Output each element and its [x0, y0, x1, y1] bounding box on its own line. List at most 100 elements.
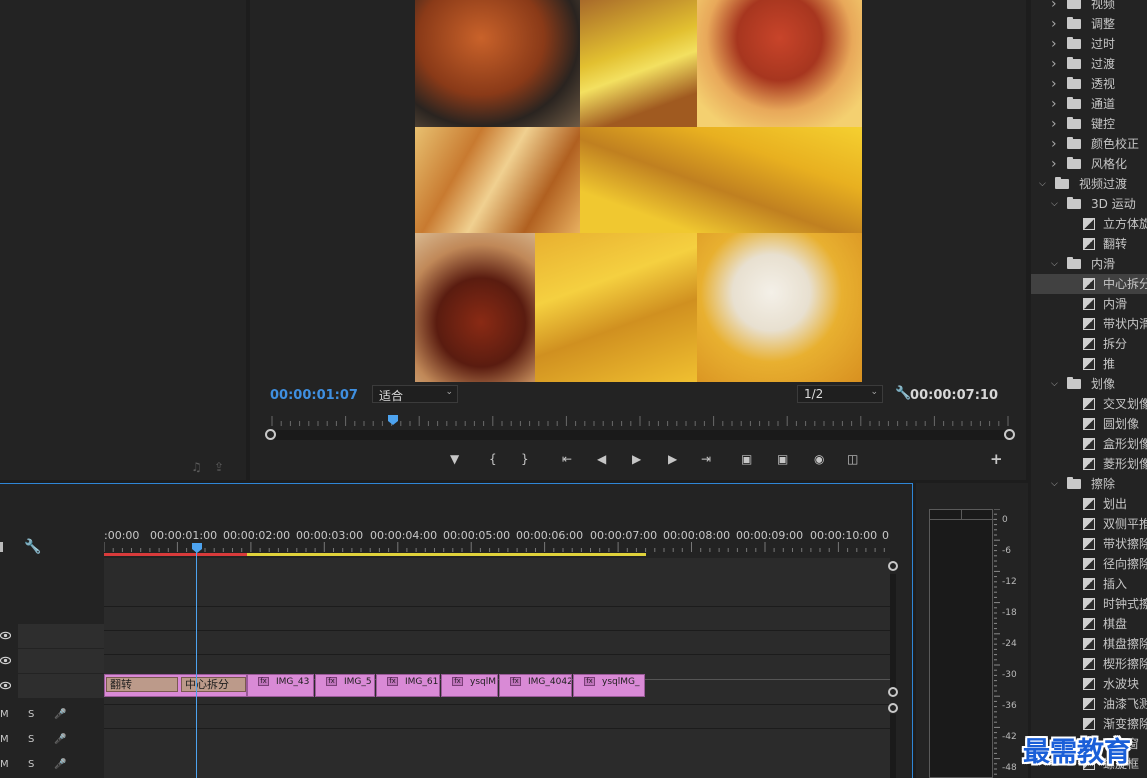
effects-transition-item[interactable]: 交叉划像: [1031, 394, 1147, 414]
effects-folder[interactable]: › 风格化: [1031, 154, 1147, 174]
video-tracks-scrollbar[interactable]: [890, 574, 896, 694]
effects-transition-item[interactable]: 径向擦除: [1031, 554, 1147, 574]
video-clip[interactable]: fx IMG_61: [376, 674, 440, 697]
export-frame-camera-icon[interactable]: ◉: [814, 450, 824, 468]
scroll-handle[interactable]: [888, 687, 898, 697]
chevron-right-icon[interactable]: ›: [1051, 0, 1057, 14]
track-header[interactable]: [18, 674, 104, 698]
chevron-down-icon[interactable]: ⌵: [1051, 194, 1058, 214]
effects-folder[interactable]: ⌵ 划像: [1031, 374, 1147, 394]
effects-transition-item[interactable]: 划出: [1031, 494, 1147, 514]
effects-folder[interactable]: › 过时: [1031, 34, 1147, 54]
effects-transition-item[interactable]: 翻转: [1031, 234, 1147, 254]
eye-icon[interactable]: [0, 655, 11, 666]
video-clip[interactable]: fx IMG_5: [315, 674, 375, 697]
mute-button[interactable]: M: [0, 734, 9, 745]
effects-folder[interactable]: › 颜色校正: [1031, 134, 1147, 154]
chevron-down-icon[interactable]: ⌵: [1051, 474, 1058, 494]
step-back-button[interactable]: ◀: [597, 450, 606, 468]
zoom-level-select[interactable]: 适合 ⌄: [372, 385, 458, 403]
video-clip[interactable]: fx ysqlMG_: [573, 674, 645, 697]
add-marker-button[interactable]: ▼: [450, 450, 459, 468]
solo-button[interactable]: S: [28, 709, 34, 720]
video-clip[interactable]: fx IMG_4042: [499, 674, 572, 697]
effects-transition-item[interactable]: 盒形划像: [1031, 434, 1147, 454]
program-time-ruler[interactable]: [262, 412, 1014, 430]
transition-flip[interactable]: 翻转: [106, 677, 178, 692]
eye-icon[interactable]: [0, 630, 11, 641]
effects-transition-item[interactable]: 圆划像: [1031, 414, 1147, 434]
comparison-view-button[interactable]: ◫: [847, 450, 858, 468]
button-editor-plus-icon[interactable]: +: [990, 450, 1003, 468]
track-header[interactable]: [18, 624, 104, 648]
effects-transition-item[interactable]: 带状内滑: [1031, 314, 1147, 334]
effects-folder[interactable]: › 键控: [1031, 114, 1147, 134]
go-to-in-button[interactable]: ⇤: [562, 450, 572, 468]
go-to-out-button[interactable]: ⇥: [701, 450, 711, 468]
effects-transition-item[interactable]: 中心拆分: [1031, 274, 1147, 294]
effects-transition-item[interactable]: 拆分: [1031, 334, 1147, 354]
zoom-scroll-handle-right[interactable]: [1004, 429, 1015, 440]
effects-folder[interactable]: › 调整: [1031, 14, 1147, 34]
step-forward-button[interactable]: ▶: [668, 450, 677, 468]
track-area[interactable]: [104, 558, 890, 778]
export-icon[interactable]: ⇪: [214, 460, 224, 474]
effects-folder[interactable]: › 透视: [1031, 74, 1147, 94]
effects-folder[interactable]: › 视频: [1031, 0, 1147, 14]
effects-folder[interactable]: › 过渡: [1031, 54, 1147, 74]
effects-transition-item[interactable]: 油漆飞溅: [1031, 694, 1147, 714]
effects-transition-item[interactable]: 菱形划像: [1031, 454, 1147, 474]
chevron-right-icon[interactable]: ›: [1051, 14, 1057, 34]
snap-toggle[interactable]: [0, 542, 3, 552]
solo-button[interactable]: S: [28, 759, 34, 770]
effects-transition-item[interactable]: 棋盘: [1031, 614, 1147, 634]
timeline-playhead[interactable]: [191, 542, 203, 554]
video-clip[interactable]: fx ysqlM: [441, 674, 498, 697]
effects-folder[interactable]: › 通道: [1031, 94, 1147, 114]
mark-out-button[interactable]: }: [521, 450, 529, 468]
effects-transition-item[interactable]: 水波块: [1031, 674, 1147, 694]
effects-transition-item[interactable]: 插入: [1031, 574, 1147, 594]
chevron-right-icon[interactable]: ›: [1051, 114, 1057, 134]
effects-transition-item[interactable]: 时钟式擦除: [1031, 594, 1147, 614]
chevron-right-icon[interactable]: ›: [1051, 134, 1057, 154]
playback-resolution-select[interactable]: 1/2 ⌄: [797, 385, 883, 403]
mute-button[interactable]: M: [0, 759, 9, 770]
effects-transition-item[interactable]: 楔形擦除: [1031, 654, 1147, 674]
chevron-right-icon[interactable]: ›: [1051, 154, 1057, 174]
effects-transition-item[interactable]: 内滑: [1031, 294, 1147, 314]
chevron-down-icon[interactable]: ⌵: [1051, 374, 1058, 394]
lift-button[interactable]: ▣: [741, 450, 752, 468]
chevron-down-icon[interactable]: ⌵: [1051, 254, 1058, 274]
effects-folder[interactable]: ⌵ 擦除: [1031, 474, 1147, 494]
effects-folder[interactable]: ⌵ 3D 运动: [1031, 194, 1147, 214]
effects-transition-item[interactable]: 棋盘擦除: [1031, 634, 1147, 654]
zoom-scroll-handle-left[interactable]: [265, 429, 276, 440]
microphone-icon[interactable]: 🎤: [54, 709, 66, 720]
effects-folder[interactable]: ⌵ 视频过渡: [1031, 174, 1147, 194]
chevron-right-icon[interactable]: ›: [1051, 34, 1057, 54]
timeline-settings-wrench-icon[interactable]: 🔧: [24, 539, 41, 555]
transition-center-split[interactable]: 中心拆分: [181, 677, 246, 692]
effects-transition-item[interactable]: 立方体旋转: [1031, 214, 1147, 234]
solo-button[interactable]: S: [28, 734, 34, 745]
settings-wrench-icon[interactable]: 🔧: [895, 386, 911, 401]
scroll-handle[interactable]: [888, 703, 898, 713]
zoom-scroll-bar[interactable]: [270, 430, 1010, 440]
audio-drag-icon[interactable]: ♫: [191, 460, 202, 474]
mark-in-button[interactable]: {: [489, 450, 497, 468]
mute-button[interactable]: M: [0, 709, 9, 720]
track-header[interactable]: [18, 649, 104, 673]
effects-transition-item[interactable]: 推: [1031, 354, 1147, 374]
chevron-down-icon[interactable]: ⌵: [1039, 174, 1046, 194]
play-button[interactable]: ▶: [632, 450, 641, 468]
audio-tracks-scrollbar[interactable]: [890, 714, 896, 778]
effects-transition-item[interactable]: 带状擦除: [1031, 534, 1147, 554]
video-clip[interactable]: fx IMG_43: [247, 674, 314, 697]
chevron-right-icon[interactable]: ›: [1051, 54, 1057, 74]
extract-button[interactable]: ▣: [777, 450, 788, 468]
program-playhead[interactable]: [387, 414, 399, 426]
microphone-icon[interactable]: 🎤: [54, 734, 66, 745]
playhead-timecode[interactable]: 00:00:01:07: [270, 388, 358, 403]
effects-transition-item[interactable]: 双侧平推门: [1031, 514, 1147, 534]
